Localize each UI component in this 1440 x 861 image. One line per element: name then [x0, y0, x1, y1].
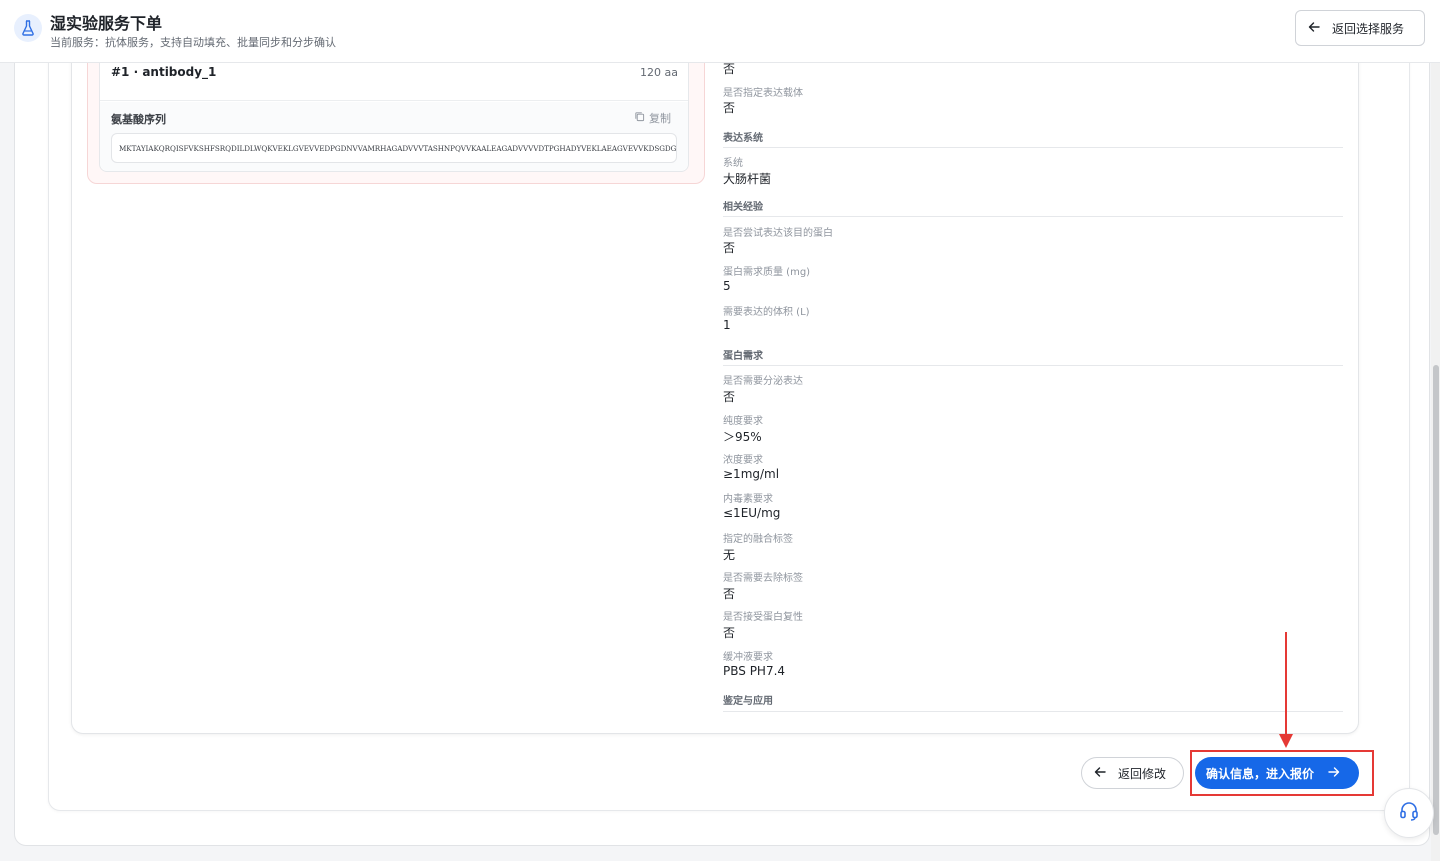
app-header: 湿实验服务下单 当前服务：抗体服务，支持自动填充、批量同步和分步确认 返回选择服… [0, 0, 1440, 63]
fusion-tag-value: 无 [723, 548, 736, 562]
headset-icon [1398, 800, 1420, 826]
tried-label: 是否尝试表达该目的蛋白 [723, 228, 833, 239]
section-divider [723, 147, 1343, 148]
refolding-value: 否 [723, 626, 736, 640]
section-protein-title: 蛋白需求 [723, 351, 763, 362]
back-to-services-label: 返回选择服务 [1332, 21, 1405, 36]
scrollbar-thumb[interactable] [1433, 365, 1439, 835]
customer-support-button[interactable] [1384, 788, 1434, 838]
purity-value: ＞95% [723, 430, 762, 444]
system-label: 系统 [723, 158, 743, 169]
buffer-label: 缓冲液要求 [723, 652, 773, 663]
purity-label: 纯度要求 [723, 416, 763, 427]
remove-tag-label: 是否需要去除标签 [723, 573, 803, 584]
concentration-label: 浓度要求 [723, 455, 763, 466]
volume-value: 1 [723, 318, 731, 332]
page-title: 湿实验服务下单 [50, 14, 163, 33]
page-subtitle: 当前服务：抗体服务，支持自动填充、批量同步和分步确认 [50, 36, 336, 49]
vector-label: 是否指定表达载体 [723, 88, 803, 99]
remove-tag-value: 否 [723, 587, 736, 601]
refolding-label: 是否接受蛋白复性 [723, 612, 803, 623]
antibody-length: 120 aa [640, 66, 678, 79]
mass-value: 5 [723, 279, 731, 293]
back-to-services-button[interactable]: 返回选择服务 [1295, 10, 1425, 46]
annotation-arrow-icon [1279, 632, 1293, 748]
mass-label: 蛋白需求质量 (mg) [723, 267, 811, 278]
fusion-tag-label: 指定的融合标签 [723, 534, 793, 545]
sequence-label: 氨基酸序列 [111, 113, 166, 126]
system-value: 大肠杆菌 [723, 172, 772, 186]
concentration-value: ≥1mg/ml [723, 467, 780, 481]
section-experience-title: 相关经验 [723, 202, 763, 213]
flask-icon [14, 14, 42, 42]
copy-icon [634, 111, 645, 125]
section-expression-title: 表达系统 [723, 133, 763, 144]
section-divider [723, 216, 1343, 217]
endotoxin-value: ≤1EU/mg [723, 506, 781, 520]
endotoxin-label: 内毒素要求 [723, 494, 773, 505]
copy-button[interactable]: 复制 [634, 110, 671, 126]
volume-label: 需要表达的体积 (L) [723, 307, 810, 318]
section-divider [723, 711, 1343, 712]
buffer-value: PBS PH7.4 [723, 664, 786, 678]
section-application-title: 鉴定与应用 [723, 696, 773, 707]
arrow-left-icon [1094, 766, 1106, 781]
section-divider [723, 365, 1343, 366]
secretion-value: 否 [723, 390, 736, 404]
tried-value: 否 [723, 241, 736, 255]
sequence-field[interactable]: MKTAYIAKQRQISFVKSHFSRQDILDLWQKVEKLGVEVVE… [111, 133, 677, 163]
highlight-box [1190, 750, 1374, 796]
copy-label: 复制 [649, 112, 671, 125]
antibody-name: #1 · antibody_1 [111, 65, 217, 79]
secretion-label: 是否需要分泌表达 [723, 376, 803, 387]
back-edit-button[interactable]: 返回修改 [1081, 757, 1184, 789]
back-edit-label: 返回修改 [1118, 766, 1167, 781]
arrow-left-icon [1308, 21, 1320, 36]
vector-value: 否 [723, 101, 736, 115]
